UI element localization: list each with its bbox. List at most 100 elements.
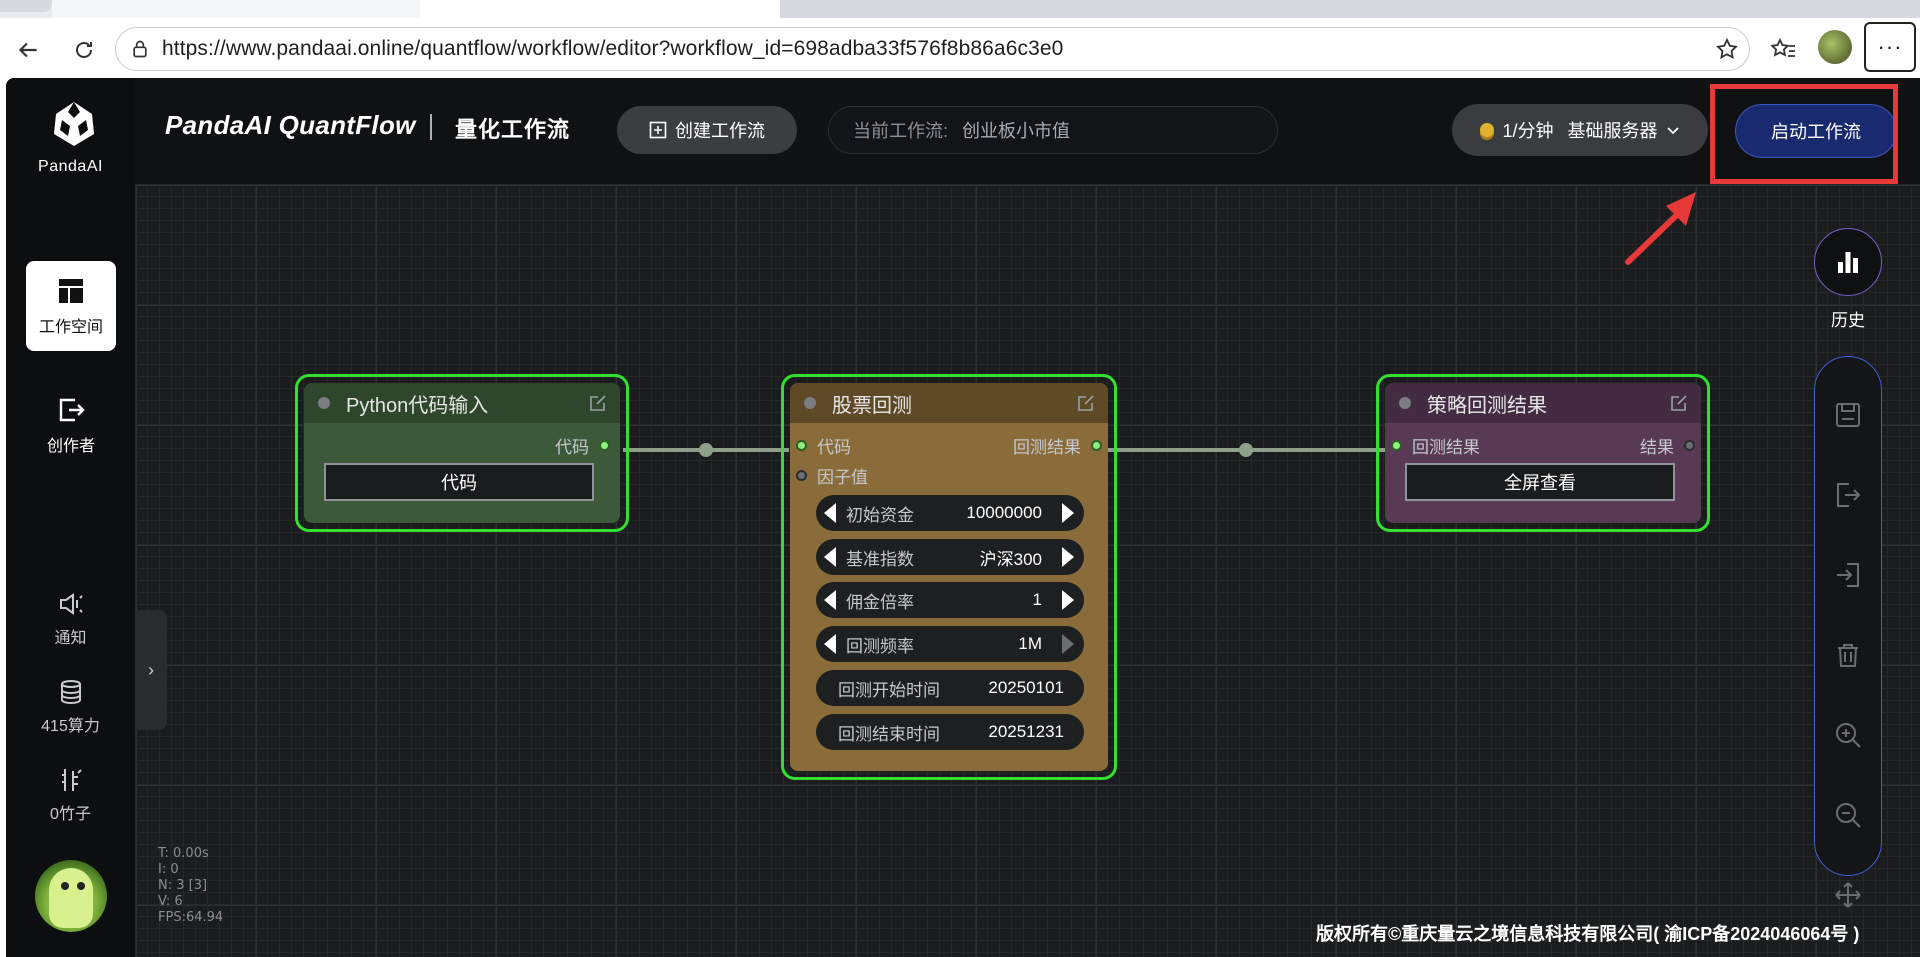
chevron-right-icon: › — [148, 659, 154, 680]
output-port[interactable] — [599, 440, 610, 451]
dashboard-icon — [59, 279, 83, 303]
more-menu-button[interactable]: ··· — [1864, 22, 1916, 72]
output-port-row: 回测结果 — [1013, 433, 1102, 458]
save-icon[interactable] — [1833, 400, 1863, 430]
input-port-row: 代码 — [796, 433, 851, 458]
increment-icon[interactable] — [1062, 634, 1074, 654]
back-icon[interactable] — [10, 32, 46, 68]
param-end-date[interactable]: 回测结束时间 20251231 — [816, 714, 1084, 750]
decrement-icon[interactable] — [824, 503, 836, 523]
server-plan-select[interactable]: 1/分钟 基础服务器 — [1452, 104, 1708, 156]
port-label: 代码 — [555, 438, 589, 457]
annotation-arrow-icon — [1625, 192, 1696, 265]
create-workflow-label: 创建工作流 — [675, 121, 765, 141]
create-workflow-button[interactable]: 创建工作流 — [617, 106, 797, 154]
node-status-dot — [318, 397, 330, 409]
lock-icon[interactable] — [122, 31, 158, 67]
decrement-icon[interactable] — [824, 547, 836, 567]
decrement-icon[interactable] — [824, 590, 836, 610]
input-port[interactable] — [1391, 440, 1402, 451]
param-label: 回测频率 — [846, 636, 914, 656]
browser-tab[interactable] — [52, 0, 420, 18]
output-port-row: 结果 — [1640, 433, 1695, 458]
param-benchmark[interactable]: 基准指数 沪深300 — [816, 539, 1084, 575]
panda-logo-icon — [54, 102, 94, 146]
browser-tab[interactable] — [0, 0, 52, 12]
param-value: 沪深300 — [979, 549, 1042, 569]
divider — [430, 114, 432, 140]
sidebar-item-compute[interactable]: 415算力 — [6, 678, 135, 736]
sidebar: PandaAI 工作空间 创作者 通知 415算力 0竹子 — [6, 78, 135, 957]
input-port[interactable] — [796, 440, 807, 451]
output-port[interactable] — [1684, 440, 1695, 451]
input-port[interactable] — [796, 470, 807, 481]
current-workflow-field[interactable]: 当前工作流: 创业板小市值 — [828, 106, 1278, 154]
stat-fps: FPS:64.94 — [158, 910, 224, 925]
param-value: 1M — [1018, 634, 1042, 653]
stat-nodes: N: 3 [3] — [158, 878, 208, 893]
current-workflow-value: 创业板小市值 — [962, 121, 1071, 141]
move-icon[interactable] — [1833, 880, 1863, 910]
node-backtest-result[interactable]: 策略回测结果 回测结果 结果 全屏查看 — [1376, 374, 1710, 532]
sidebar-item-creator[interactable]: 创作者 — [26, 380, 116, 470]
node-header[interactable]: 股票回测 — [790, 383, 1108, 423]
node-python-input[interactable]: Python代码输入 代码 代码 — [295, 374, 629, 532]
output-port[interactable] — [1091, 440, 1102, 451]
tab-strip — [0, 0, 1920, 18]
sidebar-item-label: 创作者 — [46, 438, 95, 455]
edit-icon[interactable] — [1076, 393, 1096, 413]
param-value: 20250101 — [988, 678, 1064, 697]
param-label: 回测结束时间 — [838, 724, 940, 744]
edit-icon[interactable] — [588, 393, 608, 413]
zoom-in-icon[interactable] — [1833, 720, 1863, 750]
export-icon[interactable] — [1833, 480, 1863, 510]
wire-midpoint[interactable] — [1239, 443, 1253, 457]
node-title: Python代码输入 — [346, 394, 489, 417]
sidebar-item-bamboo[interactable]: 0竹子 — [6, 766, 135, 824]
import-icon[interactable] — [1833, 560, 1863, 590]
sidebar-item-workspace[interactable]: 工作空间 — [26, 261, 116, 351]
port-label: 代码 — [817, 438, 851, 457]
history-button[interactable] — [1814, 228, 1882, 296]
param-commission[interactable]: 佣金倍率 1 — [816, 582, 1084, 618]
browser-tab-active[interactable] — [420, 0, 780, 18]
node-title: 策略回测结果 — [1427, 394, 1547, 417]
trash-icon[interactable] — [1833, 640, 1863, 670]
node-header[interactable]: 策略回测结果 — [1385, 383, 1701, 423]
node-title: 股票回测 — [832, 394, 912, 417]
increment-icon[interactable] — [1062, 547, 1074, 567]
decrement-icon[interactable] — [824, 634, 836, 654]
brand-title: PandaAI QuantFlow — [165, 110, 416, 140]
stat-i: I: 0 — [158, 862, 179, 877]
user-avatar[interactable] — [35, 860, 107, 932]
reload-icon[interactable] — [66, 32, 102, 68]
copyright-text: 版权所有©重庆量云之境信息科技有限公司( 渝ICP备2024046064号 ) — [1316, 924, 1860, 944]
fullscreen-view-button[interactable]: 全屏查看 — [1405, 463, 1675, 501]
favorites-icon[interactable] — [1765, 31, 1801, 67]
increment-icon[interactable] — [1062, 503, 1074, 523]
param-start-date[interactable]: 回测开始时间 20250101 — [816, 670, 1084, 706]
node-header[interactable]: Python代码输入 — [304, 383, 620, 423]
param-frequency[interactable]: 回测频率 1M — [816, 626, 1084, 662]
star-icon[interactable] — [1709, 31, 1745, 67]
canvas-tool-rail — [1814, 356, 1882, 876]
profile-avatar[interactable] — [1818, 30, 1852, 64]
increment-icon[interactable] — [1062, 590, 1074, 610]
sidebar-item-notify[interactable]: 通知 — [6, 590, 135, 648]
param-value: 20251231 — [988, 722, 1064, 741]
plus-square-icon — [649, 121, 667, 139]
app-header: PandaAI QuantFlow 量化工作流 创建工作流 当前工作流: 创业板… — [135, 78, 1920, 184]
edit-icon[interactable] — [1669, 393, 1689, 413]
code-button[interactable]: 代码 — [324, 463, 594, 501]
node-stock-backtest[interactable]: 股票回测 代码 因子值 回测结果 初始资金 10000000 基准指数 沪深30… — [781, 374, 1117, 780]
param-label: 佣金倍率 — [846, 592, 914, 612]
collapse-panel-tab[interactable]: › — [135, 610, 167, 730]
param-initial-capital[interactable]: 初始资金 10000000 — [816, 495, 1084, 531]
zoom-out-icon[interactable] — [1833, 800, 1863, 830]
browser-tab[interactable] — [780, 0, 1920, 18]
wire-midpoint[interactable] — [699, 443, 713, 457]
logo-text: PandaAI — [38, 158, 103, 175]
notify-label: 通知 — [54, 630, 87, 647]
sidebar-item-label: 工作空间 — [38, 319, 103, 336]
url-text[interactable]: https://www.pandaai.online/quantflow/wor… — [162, 37, 1063, 61]
